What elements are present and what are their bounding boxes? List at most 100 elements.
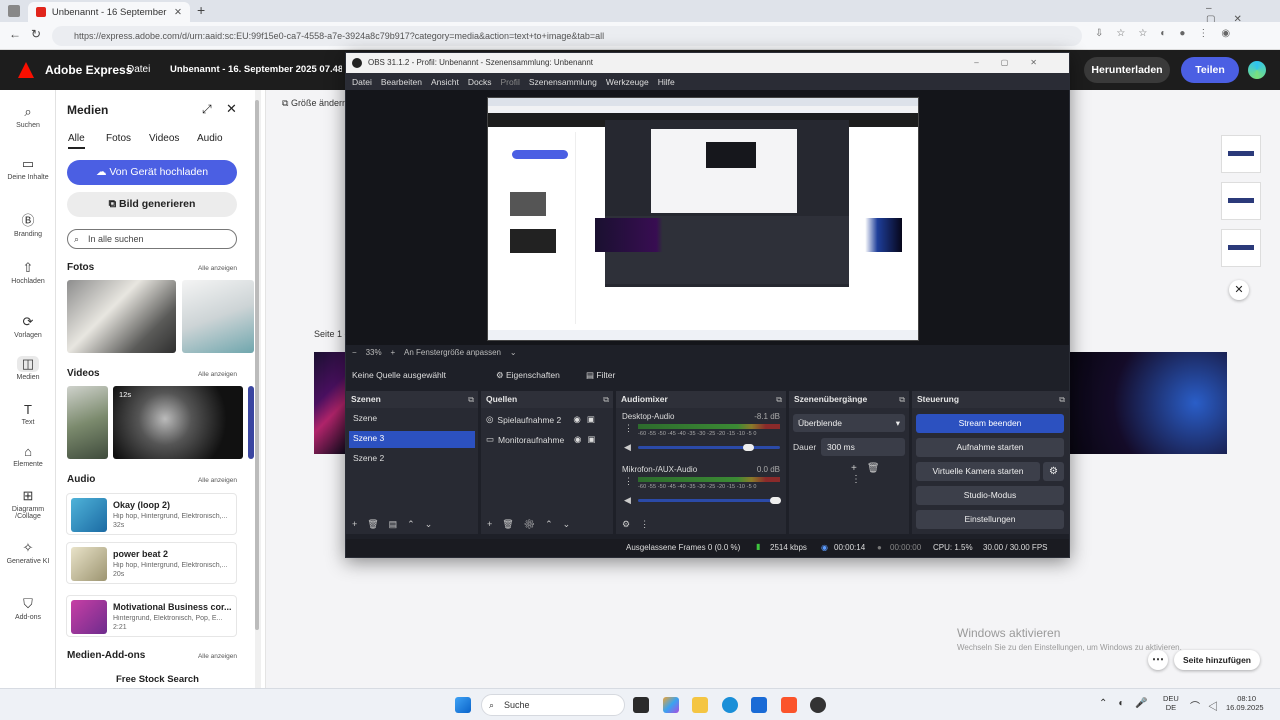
audio-item[interactable]: Motivational Business cor... Hintergrund… — [66, 595, 237, 637]
scene-item[interactable]: Szene 2 — [349, 451, 475, 465]
document-title[interactable]: Unbenannt - 16. September 2025 07.48.02 — [170, 64, 342, 75]
speaker-icon[interactable]: ◀ — [624, 495, 631, 506]
gear-icon[interactable]: ⚙ — [1043, 462, 1064, 481]
browser-toolbar-icons[interactable]: ⇩☆☆◐●⋮◉ — [1095, 28, 1243, 39]
see-all-addons-link[interactable]: Alle anzeigen — [198, 653, 237, 660]
tab-all[interactable]: Alle — [68, 133, 85, 149]
share-button[interactable]: Teilen — [1181, 57, 1239, 83]
sidebar-item-genai[interactable]: ✧ Generative KI — [0, 540, 56, 565]
more-icon[interactable]: ⋯ — [1148, 650, 1168, 670]
menu-docks[interactable]: Docks — [468, 77, 492, 87]
menu-profil[interactable]: Profil — [500, 77, 519, 87]
reload-icon[interactable]: ↻ — [31, 27, 41, 41]
close-icon[interactable]: ✕ — [1229, 280, 1249, 300]
close-tab-icon[interactable]: ✕ — [174, 7, 182, 18]
edge-icon[interactable] — [722, 697, 738, 713]
undock-icon[interactable]: ⧉ — [776, 391, 782, 408]
file-explorer-icon[interactable] — [692, 697, 708, 713]
resize-button[interactable]: ⧉ Größe ändern — [282, 98, 347, 109]
sidebar-item-elements[interactable]: ⌂ Elemente — [0, 444, 56, 468]
sidebar-item-grids[interactable]: ⊞ Diagramm /Collage — [0, 488, 56, 520]
start-recording-button[interactable]: Aufnahme starten — [916, 438, 1064, 457]
avatar[interactable] — [1248, 61, 1266, 79]
obs-preview[interactable] — [487, 97, 919, 341]
duration-field[interactable]: 300 ms — [821, 438, 905, 456]
download-button[interactable]: Herunterladen — [1084, 57, 1170, 83]
page-thumbnail[interactable] — [1221, 135, 1261, 173]
media-search-input[interactable]: ⌕ In alle suchen — [67, 229, 237, 249]
scene-item-selected[interactable]: Szene 3 — [349, 431, 475, 448]
scrollbar[interactable] — [255, 90, 261, 688]
add-page-button[interactable]: Seite hinzufügen — [1174, 650, 1260, 670]
properties-button[interactable]: ⚙ Eigenschaften — [496, 370, 560, 381]
input-language[interactable]: DEU DE — [1163, 694, 1179, 712]
obs-window-controls[interactable]: –▢✕ — [974, 53, 1059, 73]
undock-icon[interactable]: ⧉ — [899, 391, 905, 408]
addon-item[interactable]: Free Stock Search — [116, 674, 199, 685]
tab-list-icon[interactable] — [8, 5, 20, 17]
close-icon[interactable]: ✕ — [226, 101, 237, 117]
photo-thumbnail[interactable] — [67, 280, 176, 353]
volume-slider[interactable] — [638, 497, 781, 504]
tray-icons[interactable]: ⌃◐🎤 — [1099, 698, 1159, 709]
undock-icon[interactable]: ⧉ — [1059, 391, 1065, 408]
canvas-page[interactable] — [1069, 352, 1227, 454]
expand-icon[interactable]: ⤢ — [202, 102, 212, 117]
task-view-icon[interactable] — [633, 697, 649, 713]
scene-item[interactable]: Szene — [349, 411, 475, 425]
see-all-photos-link[interactable]: Alle anzeigen — [198, 265, 237, 272]
sidebar-item-content[interactable]: ▭ Deine Inhalte — [0, 156, 56, 181]
sidebar-item-text[interactable]: T Text — [0, 402, 56, 426]
settings-button[interactable]: Einstellungen — [916, 510, 1064, 529]
obs-taskbar-icon[interactable] — [810, 697, 826, 713]
source-item[interactable]: ▭ Monitoraufnahme ◉ ▣ — [486, 434, 610, 445]
studio-mode-button[interactable]: Studio-Modus — [916, 486, 1064, 505]
sidebar-item-templates[interactable]: ⟳ Vorlagen — [0, 314, 56, 339]
file-menu[interactable]: Datei — [127, 64, 150, 75]
generate-image-button[interactable]: ⧉ Bild generieren — [67, 192, 237, 217]
more-icon[interactable]: ⋮ — [624, 423, 633, 434]
brave-icon[interactable] — [781, 697, 797, 713]
photo-thumbnail[interactable] — [182, 280, 254, 353]
mixer-toolbar[interactable]: ⚙⋮ — [622, 519, 659, 530]
windows-start-icon[interactable] — [455, 697, 471, 713]
tab-audio[interactable]: Audio — [197, 133, 223, 144]
store-icon[interactable] — [751, 697, 767, 713]
sidebar-item-search[interactable]: ⌕ Suchen — [0, 104, 56, 129]
menu-bearbeiten[interactable]: Bearbeiten — [381, 77, 422, 87]
zoom-controls[interactable]: − 33% + An Fenstergröße anpassen ⌄ — [352, 348, 517, 357]
undock-icon[interactable]: ⧉ — [468, 391, 474, 408]
source-toolbar[interactable]: +🗑⚙⌃⌄ — [487, 519, 580, 530]
upload-from-device-button[interactable]: ☁ Von Gerät hochladen — [67, 160, 237, 185]
filters-button[interactable]: ▤ Filter — [586, 370, 615, 381]
sidebar-item-branding[interactable]: Ⓑ Branding — [0, 210, 56, 238]
back-icon[interactable]: ← — [9, 27, 21, 41]
see-all-audio-link[interactable]: Alle anzeigen — [198, 477, 237, 484]
volume-slider[interactable] — [638, 444, 780, 451]
scene-toolbar[interactable]: +🗑▤⌃⌄ — [352, 519, 442, 530]
stop-stream-button[interactable]: Stream beenden — [916, 414, 1064, 433]
clock[interactable]: 08:10 16.09.2025 — [1226, 694, 1264, 712]
network-volume-icons[interactable]: ⌒◁ — [1190, 698, 1226, 713]
see-all-videos-link[interactable]: Alle anzeigen — [198, 371, 237, 378]
virtual-camera-button[interactable]: Virtuelle Kamera starten — [916, 462, 1040, 481]
more-icon[interactable]: ⋮ — [624, 476, 633, 487]
canvas-page[interactable] — [314, 352, 347, 454]
menu-ansicht[interactable]: Ansicht — [431, 77, 459, 87]
source-item[interactable]: ◎ Spielaufnahme 2 ◉ ▣ — [486, 414, 610, 425]
menu-szenensammlung[interactable]: Szenensammlung — [529, 77, 597, 87]
sidebar-item-media[interactable]: ◫ Medien — [0, 356, 56, 381]
page-thumbnail[interactable] — [1221, 229, 1261, 267]
video-thumbnail[interactable]: 12s — [113, 386, 243, 459]
page-thumbnail[interactable] — [1221, 182, 1261, 220]
undock-icon[interactable]: ⧉ — [603, 391, 609, 408]
transition-toolbar[interactable]: +🗑⋮ — [851, 463, 909, 485]
copilot-icon[interactable] — [663, 697, 679, 713]
audio-item[interactable]: power beat 2 Hip hop, Hintergrund, Elekt… — [66, 542, 237, 584]
taskbar-search[interactable]: ⌕ Suche — [481, 694, 625, 716]
audio-item[interactable]: Okay (loop 2) Hip hop, Hintergrund, Elek… — [66, 493, 237, 535]
menu-hilfe[interactable]: Hilfe — [658, 77, 675, 87]
transition-select[interactable]: Überblende ▾ — [793, 414, 905, 432]
url-field[interactable]: https://express.adobe.com/d/urn:aaid:sc:… — [52, 26, 1082, 46]
new-tab-icon[interactable]: + — [197, 2, 205, 18]
